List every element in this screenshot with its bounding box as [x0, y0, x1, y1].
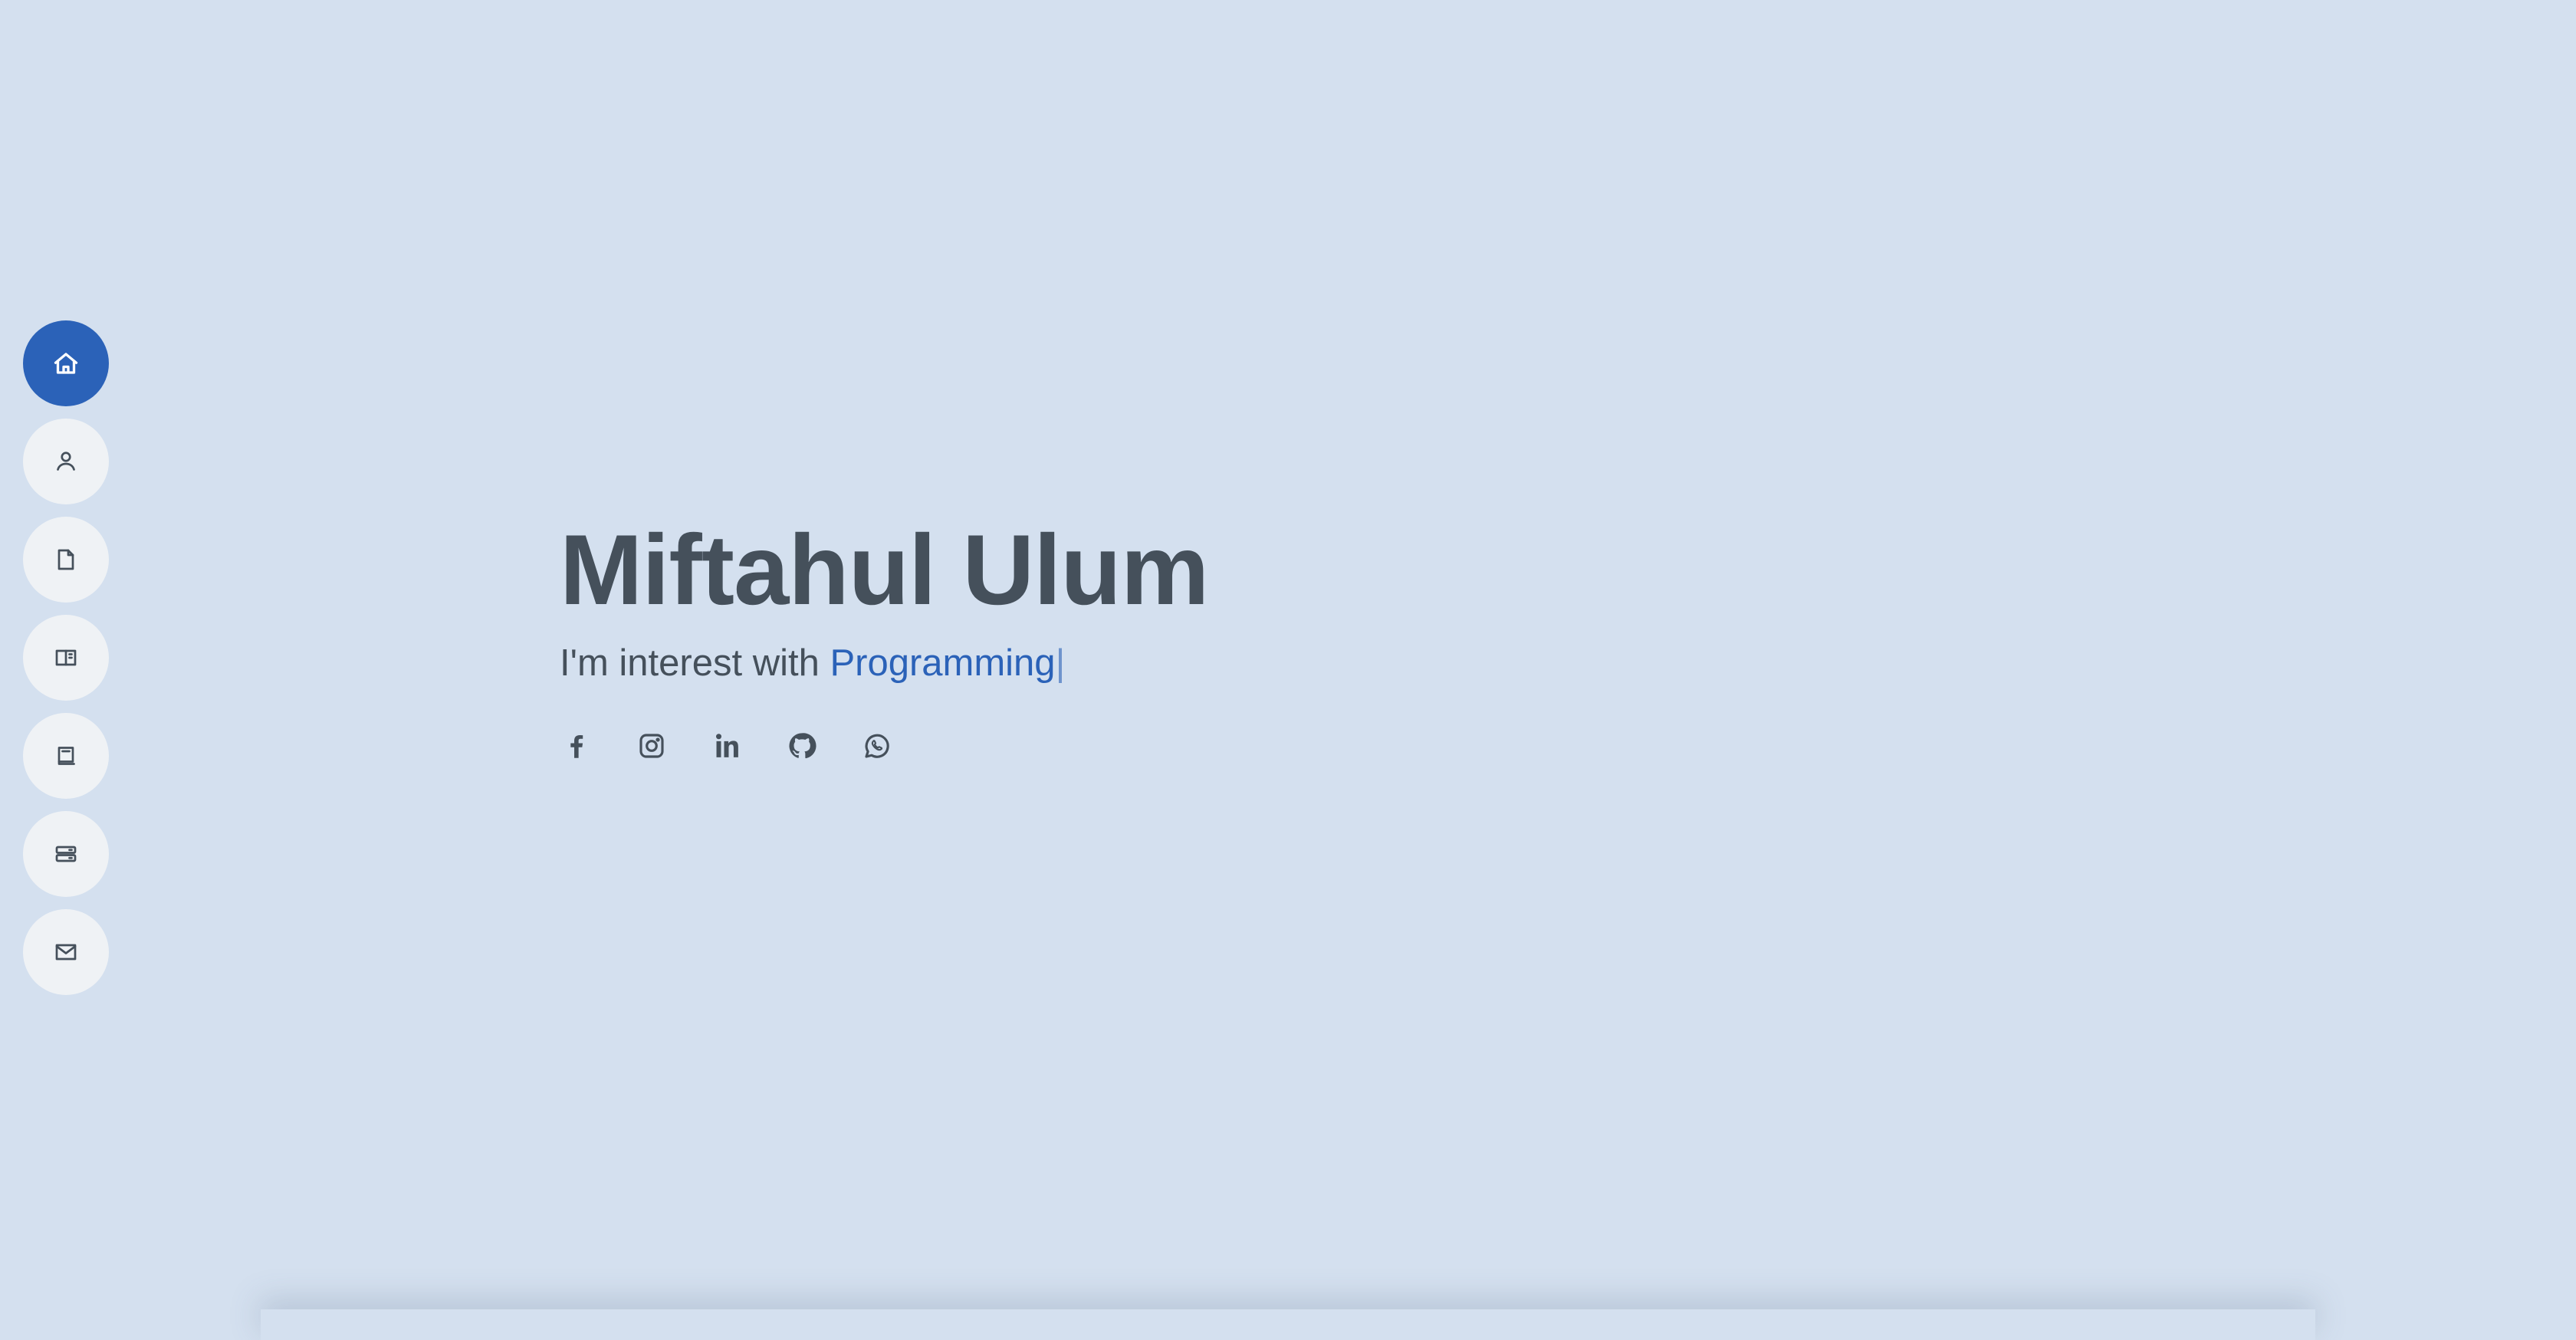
nav-contact-button[interactable] [23, 909, 109, 995]
instagram-icon [639, 734, 664, 758]
instagram-link[interactable] [635, 729, 669, 763]
envelope-icon [55, 944, 77, 961]
whatsapp-link[interactable] [860, 729, 894, 763]
home-icon [54, 353, 78, 374]
book-open-icon [55, 649, 77, 666]
nav-about-button[interactable] [23, 419, 109, 504]
hero-section: Miftahul Ulum I'm interest with Programm… [560, 514, 1209, 763]
person-icon [57, 452, 75, 471]
hero-name: Miftahul Ulum [560, 514, 1209, 626]
nav-resume-button[interactable] [23, 517, 109, 603]
github-icon [789, 733, 816, 759]
nav-home-button[interactable] [23, 320, 109, 406]
nav-services-button[interactable] [23, 811, 109, 897]
nav-journal-button[interactable] [23, 713, 109, 799]
subtitle-prefix: I'm interest with [560, 642, 830, 684]
typed-word: Programming [830, 642, 1056, 684]
side-nav [23, 320, 109, 995]
hero-subtitle: I'm interest with Programming| [560, 642, 1208, 685]
book-icon [58, 747, 75, 765]
linkedin-icon [716, 734, 738, 757]
server-icon [55, 846, 77, 862]
linkedin-link[interactable] [710, 729, 744, 763]
next-section-shadow [261, 1309, 2315, 1340]
github-link[interactable] [785, 729, 819, 763]
nav-portfolio-button[interactable] [23, 615, 109, 701]
file-icon [58, 549, 74, 570]
facebook-icon [570, 735, 583, 758]
facebook-link[interactable] [560, 729, 593, 763]
typing-cursor: | [1055, 642, 1066, 684]
social-links [560, 729, 1208, 763]
whatsapp-icon [865, 734, 889, 758]
